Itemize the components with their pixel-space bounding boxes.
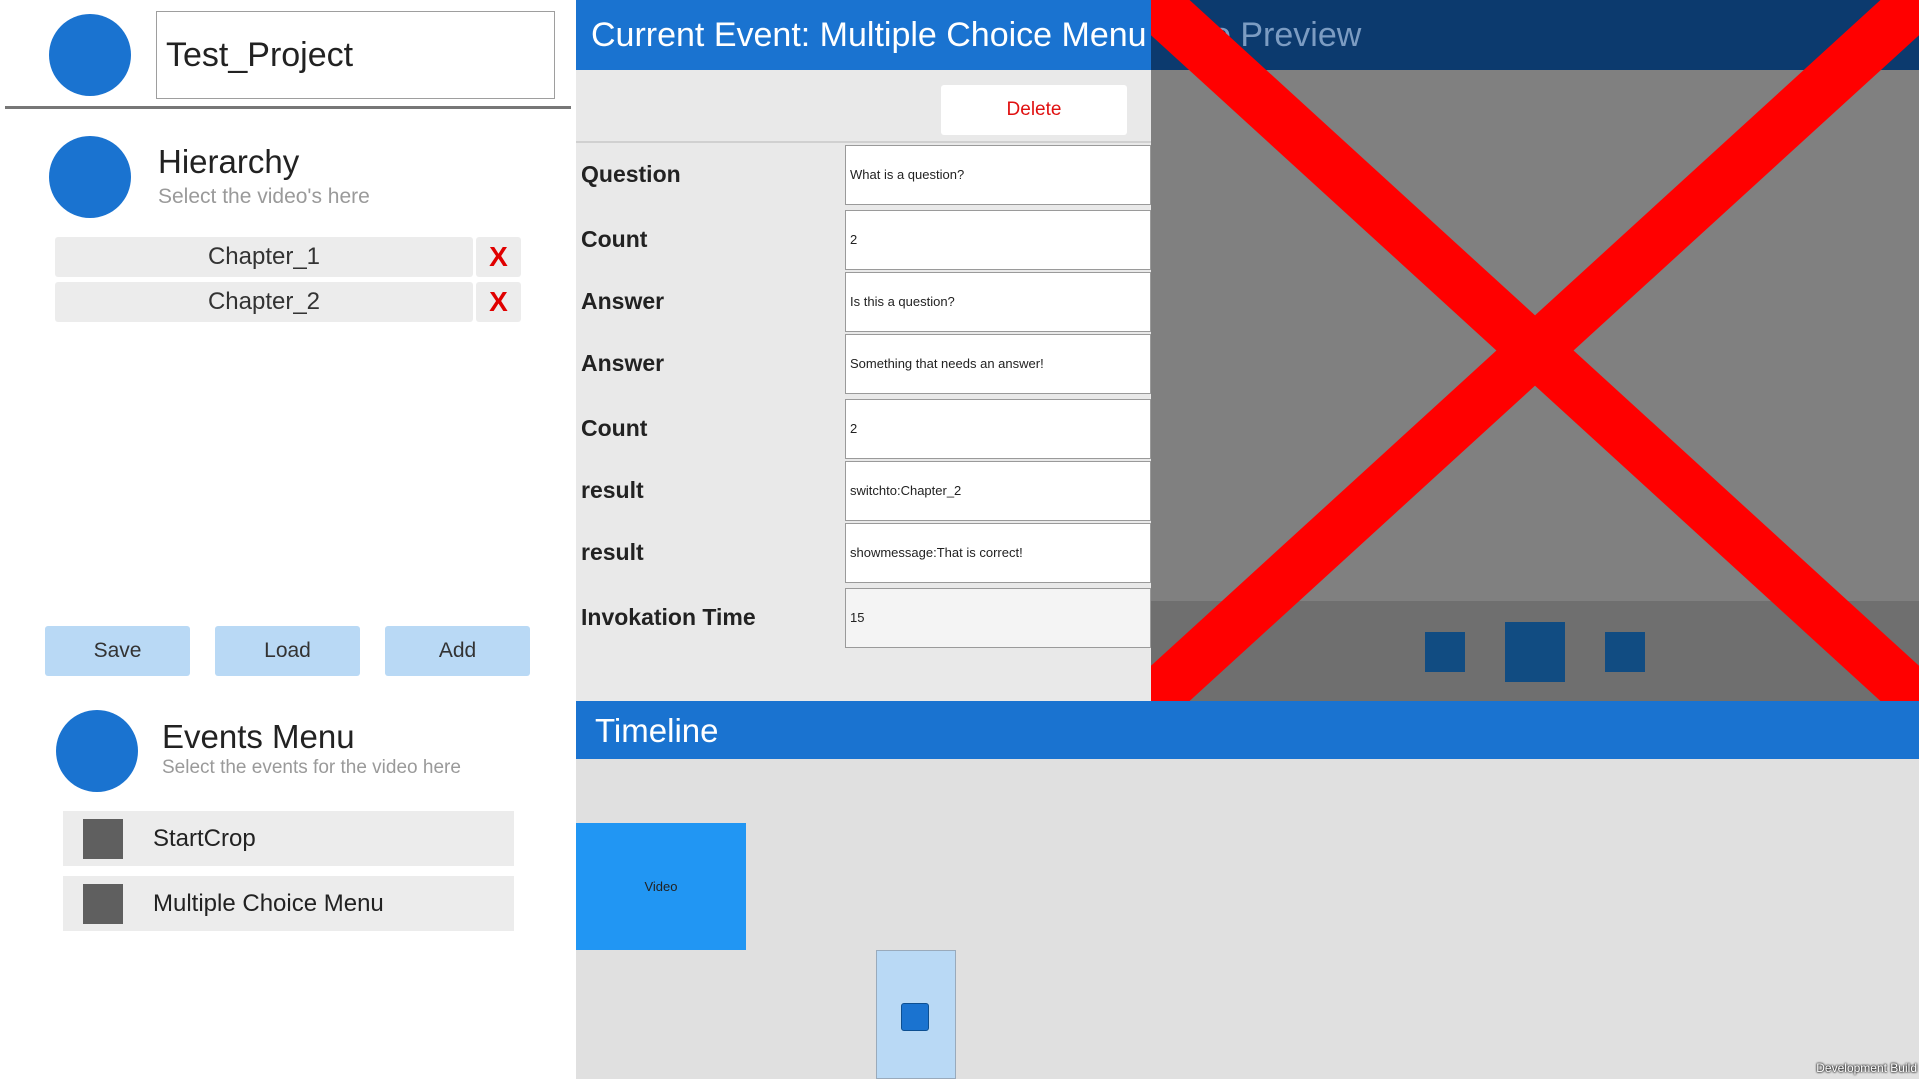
result-field[interactable]: switchto:Chapter_2 [845, 461, 1151, 521]
result-field[interactable]: showmessage:That is correct! [845, 523, 1151, 583]
field-label-result: result [581, 477, 644, 503]
question-field[interactable]: What is a question? [845, 145, 1151, 205]
field-label-count: Count [581, 226, 648, 252]
events-menu-title: Events Menu [162, 718, 355, 755]
events-menu-subtitle: Select the events for the video here [162, 757, 461, 778]
disabled-cross-icon [1151, 0, 1919, 701]
event-marker[interactable] [901, 1003, 929, 1031]
events-menu-icon [56, 710, 138, 792]
answer-field[interactable]: Something that needs an answer! [845, 334, 1151, 394]
current-event-title: Current Event: Multiple Choice Menu [591, 16, 1147, 54]
add-button[interactable]: Add [385, 626, 530, 676]
hierarchy-icon [49, 136, 131, 218]
timeline-header [576, 701, 1919, 759]
save-button[interactable]: Save [45, 626, 190, 676]
field-label-answer: Answer [581, 350, 665, 376]
field-label-result: result [581, 539, 644, 565]
event-item-startcrop[interactable]: StartCrop [63, 811, 514, 866]
timeline-title: Timeline [595, 712, 719, 749]
project-name-field[interactable]: Test_Project [156, 11, 555, 99]
count-field[interactable]: 2 [845, 399, 1151, 459]
project-avatar [49, 14, 131, 96]
chapter-item[interactable]: Chapter_2 [55, 282, 473, 322]
remove-chapter-icon[interactable]: X [476, 237, 521, 277]
invokation-time-field[interactable]: 15 [845, 588, 1151, 648]
event-label: Multiple Choice Menu [153, 890, 384, 917]
load-button[interactable]: Load [215, 626, 360, 676]
count-field[interactable]: 2 [845, 210, 1151, 270]
event-label: StartCrop [153, 825, 256, 852]
development-build-label: Development Build [1816, 1061, 1917, 1075]
divider [5, 106, 571, 109]
field-label-question: Question [581, 161, 681, 187]
hierarchy-subtitle: Select the video's here [158, 185, 370, 208]
event-item-multiple-choice[interactable]: Multiple Choice Menu [63, 876, 514, 931]
divider [576, 141, 1151, 143]
field-label-count: Count [581, 415, 648, 441]
chapter-item[interactable]: Chapter_1 [55, 237, 473, 277]
video-clip[interactable]: Video [576, 823, 746, 950]
timeline-track-area [576, 759, 1919, 1079]
event-square-icon [83, 819, 123, 859]
answer-field[interactable]: Is this a question? [845, 272, 1151, 332]
hierarchy-title: Hierarchy [158, 143, 300, 180]
event-square-icon [83, 884, 123, 924]
delete-button[interactable]: Delete [941, 85, 1127, 135]
remove-chapter-icon[interactable]: X [476, 282, 521, 322]
field-label-invokation-time: Invokation Time [581, 604, 756, 630]
field-label-answer: Answer [581, 288, 665, 314]
